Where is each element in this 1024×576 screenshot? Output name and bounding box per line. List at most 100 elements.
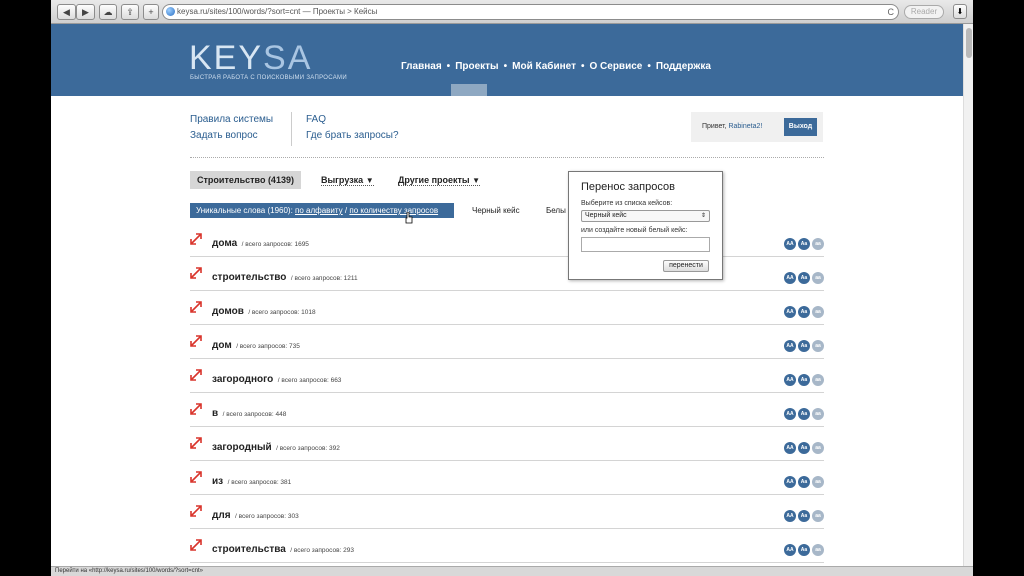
move-arrows-icon[interactable] (190, 437, 202, 449)
word-text[interactable]: строительства (212, 544, 286, 555)
case-buttons: AA Aa aa (782, 334, 824, 352)
word-text[interactable]: для (212, 510, 231, 521)
case-title-button[interactable]: Aa (798, 272, 810, 284)
case-select[interactable]: Черный кейс ⇕ (581, 210, 710, 222)
word-text[interactable]: загородный (212, 442, 272, 453)
case-title-button[interactable]: Aa (798, 408, 810, 420)
word-text[interactable]: из (212, 476, 223, 487)
ask-question-link[interactable]: Задать вопрос (190, 130, 258, 141)
page-scrollbar[interactable] (963, 24, 973, 566)
word-text[interactable]: домов (212, 306, 244, 317)
export-menu[interactable]: Выгрузка ▼ (321, 175, 374, 186)
case-lower-button[interactable]: aa (812, 340, 824, 352)
rules-link[interactable]: Правила системы (190, 114, 273, 125)
case-lower-button[interactable]: aa (812, 374, 824, 386)
scroll-thumb[interactable] (966, 28, 972, 58)
move-arrows-icon[interactable] (190, 403, 202, 415)
white-case-tab[interactable]: Белы (546, 206, 566, 215)
move-arrows-icon[interactable] (190, 335, 202, 347)
word-row: загородного / всего запросов: 663 AA Aa aa (190, 359, 824, 393)
case-title-button[interactable]: Aa (798, 510, 810, 522)
downloads-button[interactable]: ⬇ (953, 4, 967, 19)
sort-count-link[interactable]: по количеству запросов (349, 206, 438, 215)
icloud-button[interactable]: ☁ (99, 4, 117, 20)
word-row: дома / всего запросов: 1695 AA Aa aa (190, 223, 824, 257)
transfer-button[interactable]: перенести (663, 260, 709, 272)
where-queries-link[interactable]: Где брать запросы? (306, 130, 399, 141)
case-lower-button[interactable]: aa (812, 238, 824, 250)
case-upper-button[interactable]: AA (784, 340, 796, 352)
move-arrows-icon[interactable] (190, 471, 202, 483)
word-count: / всего запросов: 448 (222, 411, 287, 418)
site-logo[interactable]: KEYSA (189, 39, 312, 78)
nav-home[interactable]: Главная (401, 61, 442, 72)
popup-title: Перенос запросов (581, 181, 675, 193)
share-button[interactable]: ⇪ (121, 4, 139, 20)
word-count: / всего запросов: 293 (290, 547, 354, 554)
case-upper-button[interactable]: AA (784, 544, 796, 556)
nav-cabinet[interactable]: Мой Кабинет (512, 61, 576, 72)
case-lower-button[interactable]: aa (812, 544, 824, 556)
logo-sa-text: SA (263, 39, 313, 77)
add-bookmark-button[interactable]: + (143, 4, 159, 20)
black-case-tab[interactable]: Черный кейс (472, 206, 520, 215)
case-title-button[interactable]: Aa (798, 374, 810, 386)
forward-button[interactable]: ▶ (76, 4, 95, 20)
case-upper-button[interactable]: AA (784, 476, 796, 488)
reload-icon[interactable]: C (888, 5, 895, 19)
case-upper-button[interactable]: AA (784, 306, 796, 318)
case-upper-button[interactable]: AA (784, 272, 796, 284)
reader-button[interactable]: Reader (904, 5, 944, 19)
case-upper-button[interactable]: AA (784, 374, 796, 386)
case-lower-button[interactable]: aa (812, 476, 824, 488)
case-title-button[interactable]: Aa (798, 340, 810, 352)
case-lower-button[interactable]: aa (812, 306, 824, 318)
nav-about[interactable]: О Сервисе (589, 61, 642, 72)
cloud-icon: ☁ (103, 7, 113, 17)
back-button[interactable]: ◀ (57, 4, 76, 20)
word-row: из / всего запросов: 381 AA Aa aa (190, 461, 824, 495)
sort-alphabet-link[interactable]: по алфавиту (295, 206, 343, 215)
word-text[interactable]: в (212, 408, 218, 419)
nav-support[interactable]: Поддержка (656, 61, 711, 72)
nav-projects[interactable]: Проекты (455, 61, 498, 72)
case-upper-button[interactable]: AA (784, 510, 796, 522)
other-projects-menu[interactable]: Другие проекты ▼ (398, 175, 481, 186)
word-row: домов / всего запросов: 1018 AA Aa aa (190, 291, 824, 325)
case-title-button[interactable]: Aa (798, 442, 810, 454)
case-lower-button[interactable]: aa (812, 510, 824, 522)
sort-separator: / (344, 206, 348, 215)
case-upper-button[interactable]: AA (784, 238, 796, 250)
case-lower-button[interactable]: aa (812, 408, 824, 420)
move-arrows-icon[interactable] (190, 539, 202, 551)
case-title-button[interactable]: Aa (798, 476, 810, 488)
word-text[interactable]: дом (212, 340, 232, 351)
word-text[interactable]: строительство (212, 272, 286, 283)
unique-words-count: Уникальные слова (1960): (196, 206, 293, 215)
word-count: / всего запросов: 1211 (290, 275, 358, 282)
word-count: / всего запросов: 735 (236, 343, 300, 350)
case-title-button[interactable]: Aa (798, 544, 810, 556)
faq-link[interactable]: FAQ (306, 114, 326, 125)
move-arrows-icon[interactable] (190, 369, 202, 381)
word-count: / всего запросов: 392 (276, 445, 340, 452)
new-case-input[interactable] (581, 237, 710, 252)
case-lower-button[interactable]: aa (812, 442, 824, 454)
move-arrows-icon[interactable] (190, 267, 202, 279)
word-text[interactable]: загородного (212, 374, 273, 385)
word-text[interactable]: дома (212, 238, 237, 249)
triangle-down-icon: ▼ (365, 176, 374, 185)
logout-button[interactable]: Выход (784, 118, 817, 136)
move-arrows-icon[interactable] (190, 233, 202, 245)
case-upper-button[interactable]: AA (784, 408, 796, 420)
case-title-button[interactable]: Aa (798, 306, 810, 318)
case-lower-button[interactable]: aa (812, 272, 824, 284)
case-upper-button[interactable]: AA (784, 442, 796, 454)
move-arrows-icon[interactable] (190, 505, 202, 517)
user-name-link[interactable]: Rabineta2! (728, 123, 762, 130)
case-title-button[interactable]: Aa (798, 238, 810, 250)
address-bar[interactable]: keysa.ru/sites/100/words/?sort=cnt — Про… (162, 4, 899, 20)
move-arrows-icon[interactable] (190, 301, 202, 313)
project-tab[interactable]: Строительство (4139) (190, 171, 301, 189)
word-entry: дома / всего запросов: 1695 (212, 233, 309, 251)
